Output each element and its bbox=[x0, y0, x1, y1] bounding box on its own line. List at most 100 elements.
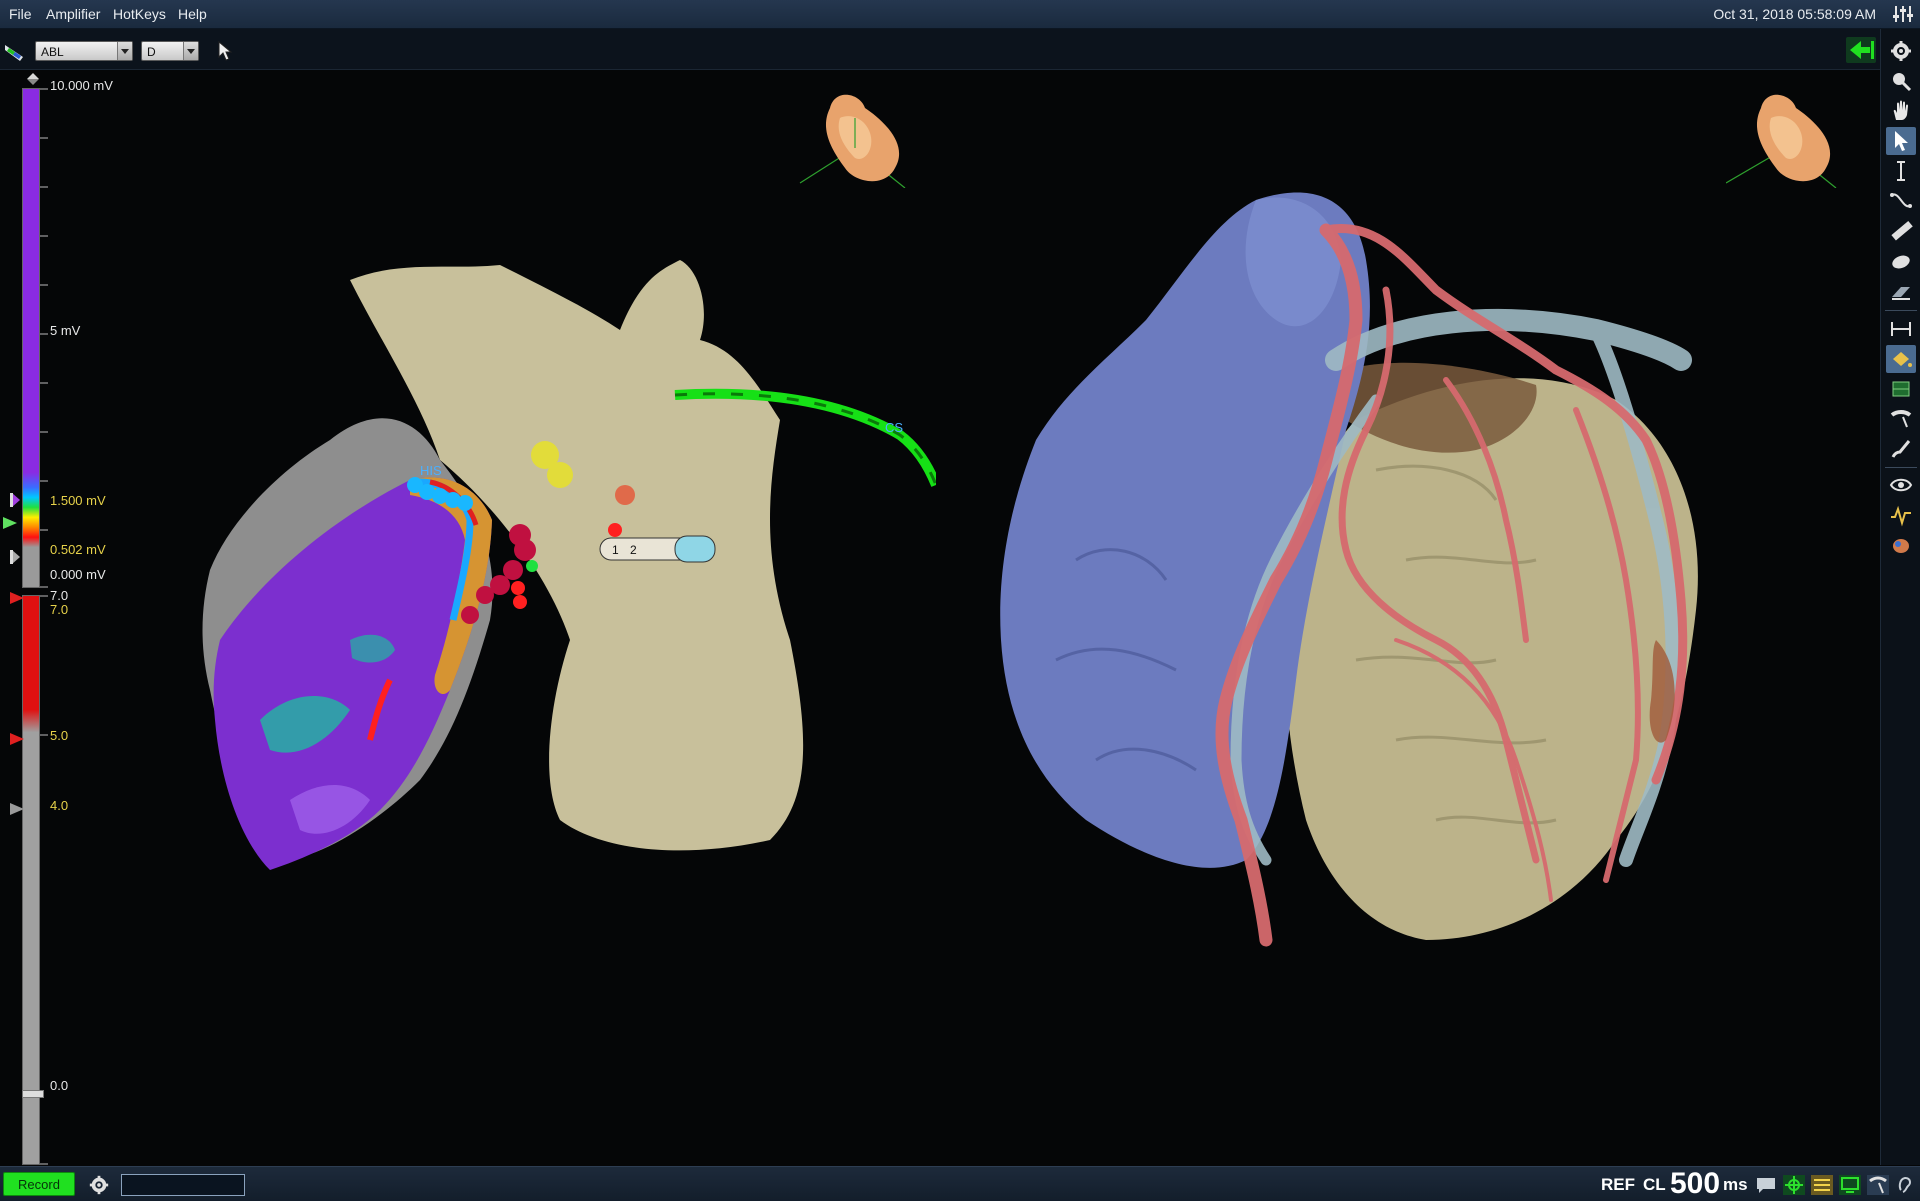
settings-tool[interactable] bbox=[1886, 37, 1916, 65]
voltage-scale-ticks bbox=[40, 88, 48, 588]
menu-bar: File Amplifier HotKeys Help Oct 31, 2018… bbox=[0, 0, 1920, 29]
catheter-select-value: ABL bbox=[41, 45, 64, 59]
top-toolbar: ABL D bbox=[0, 29, 1920, 70]
stack-icon bbox=[1811, 1175, 1833, 1195]
upper-threshold-handle-icon[interactable] bbox=[10, 493, 22, 507]
mode-select-value: D bbox=[147, 45, 156, 59]
signal-tool[interactable] bbox=[1886, 501, 1916, 529]
visibility-tool[interactable] bbox=[1886, 471, 1916, 499]
orientation-heart-icon[interactable] bbox=[795, 88, 915, 188]
brush-icon bbox=[1891, 440, 1911, 458]
eraser-icon bbox=[1892, 287, 1910, 300]
tool-divider bbox=[1885, 467, 1917, 468]
menu-amplifier[interactable]: Amplifier bbox=[46, 6, 100, 22]
cl-label: CL bbox=[1643, 1175, 1666, 1194]
pointer-icon bbox=[1895, 131, 1908, 151]
pointer-icon[interactable] bbox=[217, 41, 233, 61]
layers-button[interactable] bbox=[1810, 1174, 1834, 1196]
secondary-bottom-label: 0.0 bbox=[50, 1078, 69, 1093]
record-button[interactable]: Record bbox=[3, 1172, 75, 1196]
voltage-mid-label: 5 mV bbox=[50, 323, 81, 338]
monitor-button[interactable] bbox=[1838, 1174, 1862, 1196]
ellipse-tool[interactable] bbox=[1886, 247, 1916, 275]
cs-label: CS bbox=[885, 420, 903, 435]
lower-threshold-handle-icon[interactable] bbox=[10, 550, 22, 564]
paint-bucket-icon bbox=[1893, 352, 1912, 367]
secondary-low-handle-icon[interactable] bbox=[10, 803, 24, 815]
curve-tool[interactable] bbox=[1886, 187, 1916, 215]
message-button[interactable] bbox=[1754, 1174, 1778, 1196]
menu-hotkeys[interactable]: HotKeys bbox=[113, 6, 166, 22]
secondary-mark-2-label: 4.0 bbox=[50, 798, 69, 813]
eye-icon bbox=[1889, 478, 1913, 492]
his-label: HIS bbox=[420, 463, 442, 478]
datetime-display: Oct 31, 2018 05:58:09 AM bbox=[1713, 6, 1876, 22]
cycle-length-value: 500 bbox=[1670, 1167, 1721, 1200]
secondary-top-label-b: 7.0 bbox=[50, 602, 69, 617]
secondary-top-handle-icon[interactable] bbox=[10, 592, 24, 604]
ref-label: REF bbox=[1601, 1175, 1635, 1194]
chat-icon bbox=[1757, 1178, 1775, 1193]
secondary-top-label-a: 7.0 bbox=[50, 588, 69, 603]
i-beam-icon bbox=[1897, 161, 1905, 181]
zoom-tool[interactable] bbox=[1886, 67, 1916, 95]
voltage-max-label: 10.000 mV bbox=[50, 78, 113, 93]
command-input[interactable] bbox=[121, 1174, 245, 1196]
crosshair-icon bbox=[1783, 1175, 1805, 1195]
cl-unit: ms bbox=[1723, 1175, 1748, 1194]
right-atrium-map-render[interactable]: HIS 1 2 CS bbox=[120, 220, 936, 920]
gear-icon bbox=[1891, 41, 1911, 61]
ct-heart-segmentation-render[interactable] bbox=[976, 140, 1856, 1100]
map-tool[interactable] bbox=[1886, 375, 1916, 403]
distance-icon bbox=[1891, 322, 1911, 336]
menu-file[interactable]: File bbox=[9, 6, 32, 22]
magnifier-icon bbox=[1893, 73, 1912, 92]
secondary-mark-1-label: 5.0 bbox=[50, 728, 69, 743]
secondary-scale-ticks bbox=[40, 595, 48, 1165]
anatomy-tool[interactable] bbox=[1886, 531, 1916, 559]
eraser-tool[interactable] bbox=[1886, 277, 1916, 305]
right-3d-view[interactable] bbox=[936, 70, 1878, 1165]
ablation-electrode-label-1: 1 bbox=[612, 543, 619, 557]
select-tool[interactable] bbox=[1886, 127, 1916, 155]
voltage-color-scale[interactable] bbox=[22, 88, 40, 588]
catheter-select[interactable]: ABL bbox=[35, 41, 133, 61]
target-button[interactable] bbox=[1782, 1174, 1806, 1196]
voltage-min-label: 0.000 mV bbox=[50, 567, 106, 582]
secondary-bottom-handle[interactable] bbox=[22, 1090, 44, 1098]
distance-tool[interactable] bbox=[1886, 315, 1916, 343]
chevron-down-icon bbox=[183, 42, 198, 60]
right-tool-palette bbox=[1880, 29, 1920, 1165]
chevron-down-icon bbox=[117, 42, 132, 60]
measure-tool[interactable] bbox=[1886, 217, 1916, 245]
heart-model-icon bbox=[1893, 539, 1909, 553]
ablation-catheter: 1 2 bbox=[599, 535, 716, 563]
scale-top-arrow-icon[interactable] bbox=[26, 72, 40, 86]
catheter-display-button[interactable] bbox=[1866, 1174, 1890, 1196]
catheter-color-icon[interactable] bbox=[3, 41, 25, 63]
ear-button[interactable] bbox=[1893, 1174, 1917, 1196]
ellipse-icon bbox=[1892, 255, 1910, 269]
left-3d-view[interactable]: 10.000 mV 5 mV 1.500 mV 0.502 mV 0.000 m… bbox=[0, 70, 936, 1165]
hand-icon bbox=[1893, 100, 1908, 120]
text-cursor-tool[interactable] bbox=[1886, 157, 1916, 185]
paint-tool[interactable] bbox=[1886, 345, 1916, 373]
secondary-color-scale[interactable] bbox=[22, 595, 40, 1165]
collapse-panel-icon[interactable] bbox=[1846, 37, 1876, 63]
gear-icon[interactable] bbox=[88, 1174, 110, 1196]
curve-icon bbox=[1890, 193, 1912, 208]
sliders-icon[interactable] bbox=[1892, 3, 1914, 25]
voltage-lower-threshold-label: 0.502 mV bbox=[50, 542, 106, 557]
map-layer-icon bbox=[1892, 381, 1910, 397]
catheter-icon bbox=[1890, 410, 1912, 428]
menu-help[interactable]: Help bbox=[178, 6, 207, 22]
current-value-marker-icon[interactable] bbox=[3, 517, 17, 529]
pan-tool[interactable] bbox=[1886, 97, 1916, 125]
secondary-mid-handle-icon[interactable] bbox=[10, 733, 24, 745]
brush-tool[interactable] bbox=[1886, 435, 1916, 463]
catheter-tool[interactable] bbox=[1886, 405, 1916, 433]
mode-select[interactable]: D bbox=[141, 41, 199, 61]
tool-divider bbox=[1885, 310, 1917, 311]
ruler-icon bbox=[1891, 220, 1913, 241]
status-bar: Record REF CL 500 ms bbox=[0, 1166, 1920, 1201]
